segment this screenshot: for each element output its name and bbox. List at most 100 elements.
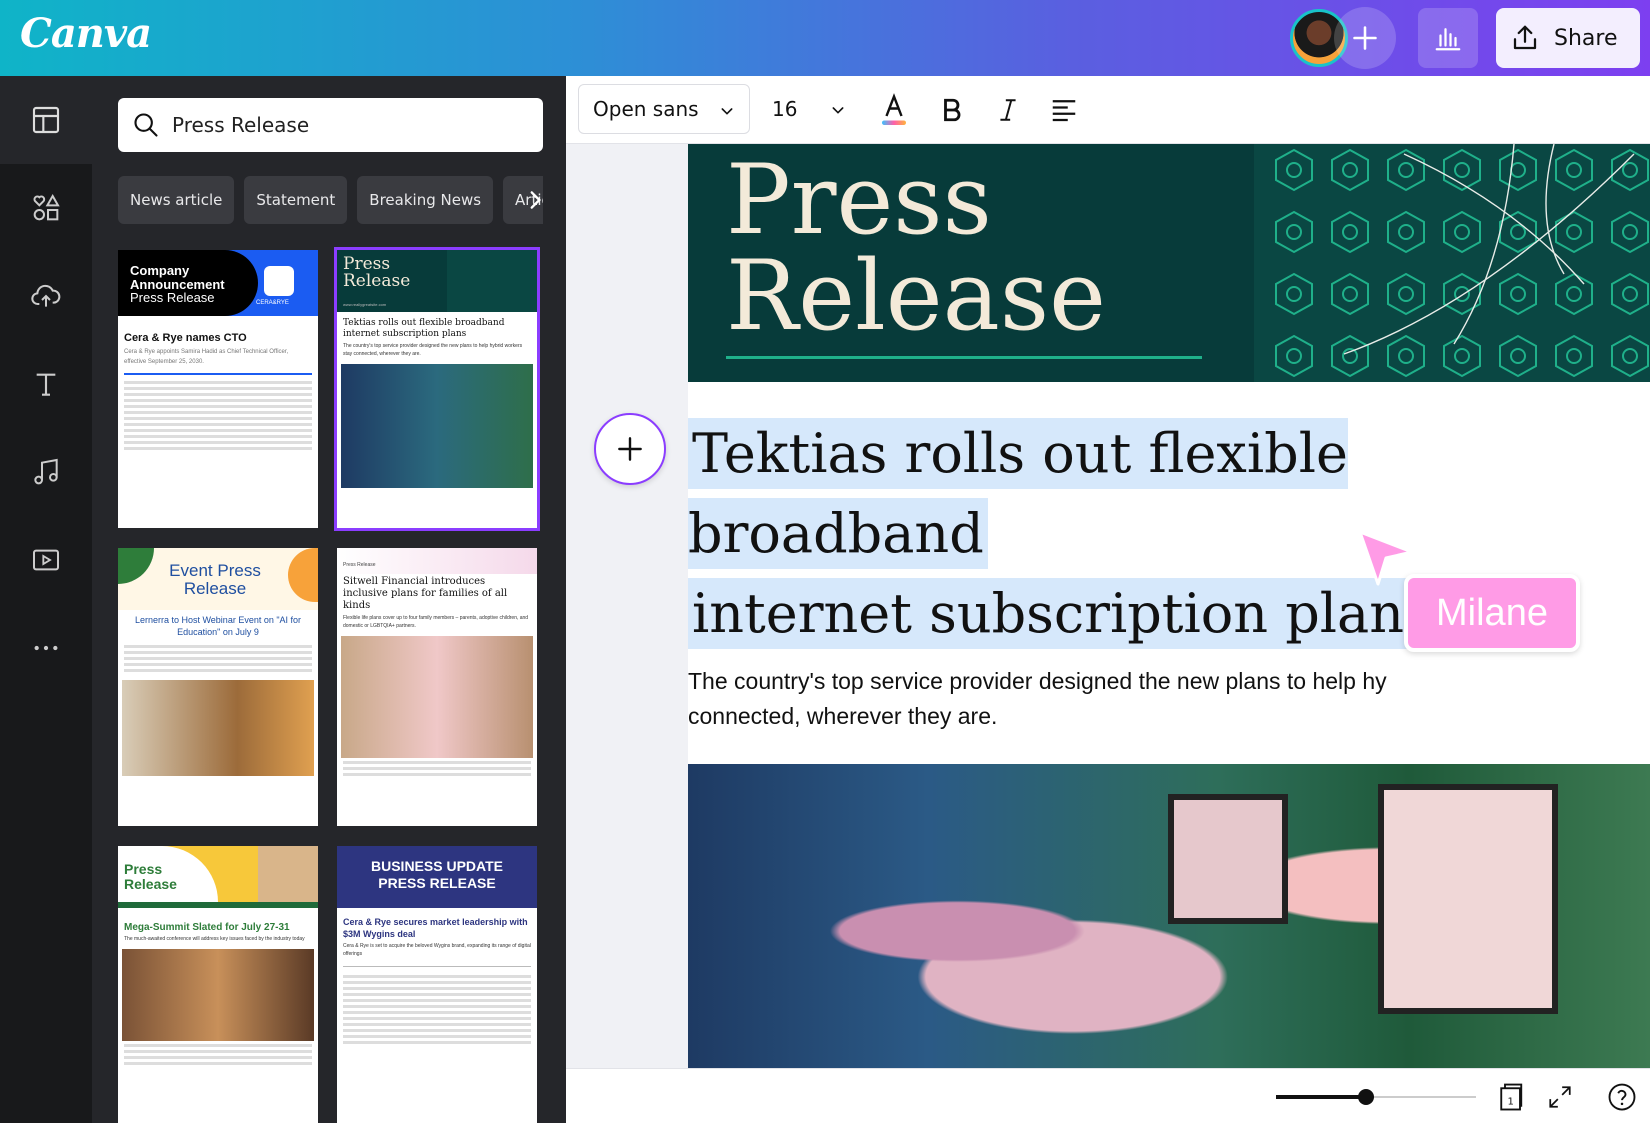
template-headline: Tektias rolls out flexible broadband int… (343, 318, 505, 339)
video-play-icon (33, 549, 59, 571)
align-button[interactable] (1042, 88, 1086, 132)
template-header: Event Press Release (118, 548, 318, 610)
template-photo (341, 636, 533, 758)
template-header: Company Announcement Press Release CERA&… (118, 250, 318, 316)
gaming-photo[interactable] (688, 764, 1650, 1068)
template-card[interactable]: Company Announcement Press Release CERA&… (118, 250, 318, 528)
template-card-selected[interactable]: Press Release www.reallygreatsite.com Te… (334, 247, 540, 531)
filter-chips: News article Statement Breaking News Art… (118, 176, 543, 224)
align-left-icon (1052, 100, 1076, 122)
pages-button[interactable]: 1 (1494, 1081, 1526, 1113)
search-box[interactable] (118, 98, 543, 152)
more-dots-icon (34, 645, 58, 651)
bottom-bar: 1 (566, 1068, 1650, 1123)
template-photo (341, 364, 533, 488)
template-card[interactable]: Event Press Release Lernerra to Host Web… (118, 548, 318, 826)
text-color-button[interactable] (872, 88, 916, 132)
template-headline: Mega-Summit Slated for July 27-31 (124, 922, 290, 933)
cube-logo-icon (264, 266, 294, 296)
zoom-slider[interactable] (1276, 1089, 1476, 1105)
left-rail (0, 76, 92, 1123)
template-card[interactable]: Press Release Mega-Summit Slated for Jul… (118, 846, 318, 1123)
template-card[interactable]: Press Release Sitwell Financial introduc… (337, 548, 537, 826)
chevron-right-icon[interactable] (522, 186, 548, 214)
headline-line-2: internet subscription plans (688, 578, 1436, 649)
font-size-select[interactable]: 16 (762, 84, 852, 134)
add-collaborator-button[interactable] (1334, 7, 1396, 69)
chevron-down-icon (721, 108, 733, 115)
rail-audio-tab[interactable] (0, 428, 92, 516)
template-headline: Cera & Rye secures market leadership wit… (343, 917, 528, 939)
expand-icon (1549, 1086, 1571, 1108)
rail-more-tab[interactable] (0, 604, 92, 692)
template-header: Press Release www.reallygreatsite.com (337, 250, 537, 312)
rail-design-tab[interactable] (0, 76, 92, 164)
fullscreen-button[interactable] (1544, 1081, 1576, 1113)
upload-share-icon (1513, 25, 1537, 50)
hex-pattern (447, 250, 537, 312)
top-header: Canva Share (0, 0, 1650, 76)
plus-icon (1353, 26, 1377, 50)
template-header: BUSINESS UPDATE PRESS RELEASE (337, 846, 537, 908)
template-headline: Sitwell Financial introduces inclusive p… (343, 576, 508, 611)
rail-uploads-tab[interactable] (0, 252, 92, 340)
template-intro: Flexible life plans cover up to four fam… (343, 615, 529, 629)
layout-icon (32, 106, 60, 134)
banner-title[interactable]: Press Release (726, 152, 1106, 344)
templates-panel: News article Statement Breaking News Art… (92, 76, 566, 1123)
hex-pattern (1254, 144, 1650, 382)
zoom-slider-fill (1276, 1095, 1366, 1099)
chip-breaking-news[interactable]: Breaking News (357, 176, 494, 224)
template-header: Press Release (118, 846, 318, 902)
chip-news-article[interactable]: News article (118, 176, 235, 224)
template-card[interactable]: BUSINESS UPDATE PRESS RELEASE Cera & Rye… (337, 846, 537, 1123)
add-element-button[interactable] (594, 413, 666, 485)
body-line-1: The country's top service provider desig… (688, 668, 1387, 694)
template-intro: Cera & Rye is set to acquire the beloved… (343, 943, 531, 957)
template-site: www.reallygreatsite.com (343, 302, 387, 307)
body-line-2: connected, wherever they are. (688, 703, 998, 729)
bold-button[interactable] (930, 88, 974, 132)
chip-statement[interactable]: Statement (244, 176, 348, 224)
help-button[interactable] (1606, 1081, 1638, 1113)
music-note-icon (34, 458, 58, 485)
rail-elements-tab[interactable] (0, 164, 92, 252)
search-input[interactable] (172, 113, 532, 137)
share-label: Share (1554, 25, 1618, 51)
italic-button[interactable] (986, 88, 1030, 132)
share-button[interactable]: Share (1496, 8, 1640, 68)
help-icon (1608, 1083, 1636, 1111)
template-intro: Cera & Rye appoints Samira Hadid as Chie… (124, 349, 289, 365)
pages-icon: 1 (1500, 1083, 1523, 1111)
canva-logo[interactable]: Canva (20, 10, 152, 57)
text-icon (36, 373, 56, 396)
font-family-select[interactable]: Open sans (578, 84, 750, 134)
text-color-icon (882, 93, 906, 125)
template-title: Press Release (124, 861, 177, 892)
elements-icon (33, 193, 60, 221)
monitor-shape (1168, 794, 1288, 924)
zoom-slider-thumb[interactable] (1358, 1089, 1374, 1105)
template-intro: The country's top service provider desig… (343, 343, 523, 357)
font-size-value: 16 (772, 97, 798, 121)
insights-button[interactable] (1418, 8, 1478, 68)
monitor-shape (1378, 784, 1558, 1014)
italic-icon (1000, 99, 1016, 121)
template-photo (122, 680, 314, 776)
template-headline: Lernerra to Host Webinar Event on "AI fo… (134, 615, 302, 637)
banner-block[interactable]: Press Release (688, 144, 1650, 382)
bold-icon (944, 98, 961, 122)
text-toolbar: Open sans 16 (566, 76, 1650, 144)
template-title: Company Announcement Press Release (130, 263, 225, 306)
template-photo (122, 949, 314, 1041)
font-family-value: Open sans (593, 97, 699, 121)
template-title: BUSINESS UPDATE PRESS RELEASE (371, 858, 503, 891)
rail-video-tab[interactable] (0, 516, 92, 604)
template-badge: CERA&RYE (256, 300, 289, 306)
rail-text-tab[interactable] (0, 340, 92, 428)
template-title: Event Press Release (169, 561, 261, 598)
chevron-down-icon (832, 107, 844, 114)
hexagon-pattern-icon (1275, 144, 1649, 377)
body-text[interactable]: The country's top service provider desig… (688, 664, 1650, 734)
template-title: Press Release (343, 254, 411, 291)
